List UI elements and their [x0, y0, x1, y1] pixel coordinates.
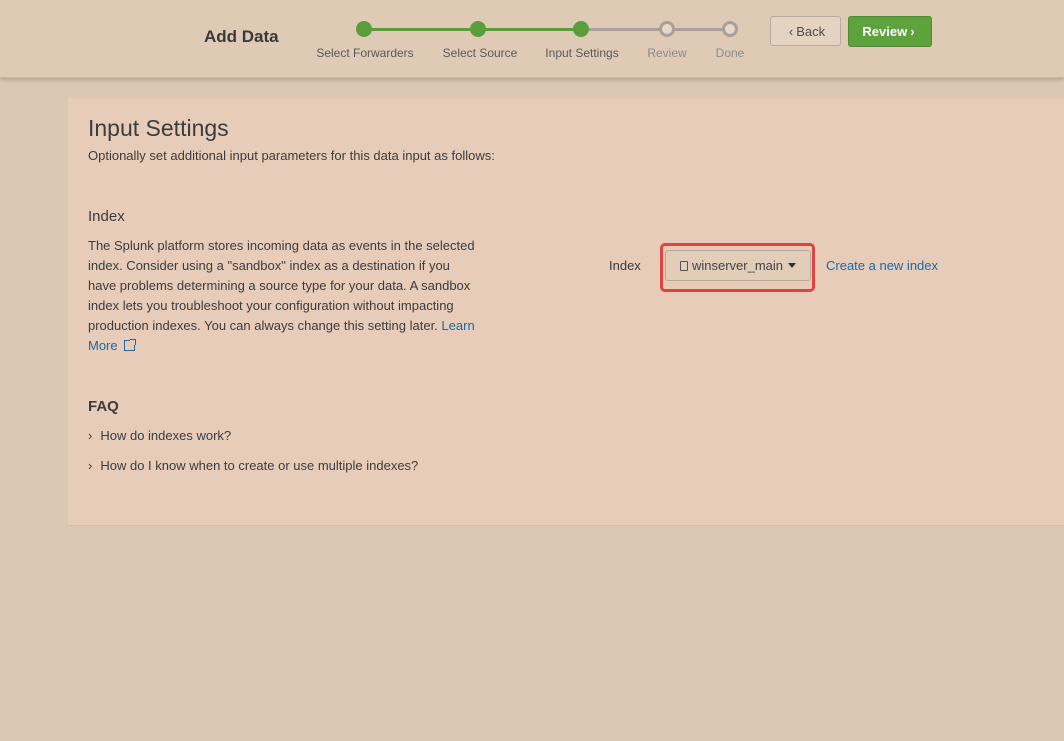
step-connector: [478, 28, 581, 31]
step-dot-done: [722, 21, 738, 37]
step-dot-review: [659, 21, 675, 37]
top-bar: Add Data Select Forwarders Select Source…: [0, 0, 1064, 78]
index-description-text: The Splunk platform stores incoming data…: [88, 238, 475, 333]
chevron-right-icon: ›: [88, 428, 93, 443]
caret-down-icon: [788, 263, 797, 268]
faq-item-label: How do indexes work?: [100, 428, 232, 443]
back-button-label: Back: [796, 23, 826, 39]
input-settings-panel: Input Settings Optionally set additional…: [68, 98, 1064, 526]
index-select[interactable]: winserver_main: [665, 250, 811, 281]
wizard-steps: Select Forwarders Select Source Input Se…: [0, 0, 760, 77]
step-connector: [581, 28, 667, 31]
section-title: Input Settings: [88, 115, 229, 141]
chevron-left-icon: ‹: [788, 23, 794, 39]
create-new-index-link[interactable]: Create a new index: [826, 258, 938, 273]
database-icon: [679, 260, 688, 271]
review-button[interactable]: Review ›: [848, 16, 932, 47]
step-label-input-settings: Input Settings: [545, 46, 619, 60]
step-dot-select-forwarders: [356, 21, 372, 37]
section-subtitle: Optionally set additional input paramete…: [88, 148, 495, 163]
faq-heading: FAQ: [88, 398, 119, 415]
step-dot-input-settings: [573, 21, 589, 37]
index-description: The Splunk platform stores incoming data…: [88, 236, 480, 356]
back-button[interactable]: ‹ Back: [770, 16, 841, 46]
step-label-done: Done: [715, 46, 745, 60]
step-label-select-forwarders: Select Forwarders: [316, 46, 414, 60]
index-heading: Index: [88, 208, 125, 225]
index-select-value: winserver_main: [691, 258, 784, 273]
chevron-right-icon: ›: [910, 24, 915, 39]
step-connector: [667, 28, 730, 31]
faq-item[interactable]: › How do I know when to create or use mu…: [88, 458, 418, 473]
chevron-right-icon: ›: [88, 458, 93, 473]
faq-item[interactable]: › How do indexes work?: [88, 428, 231, 443]
faq-item-label: How do I know when to create or use mult…: [100, 458, 419, 473]
step-connector: [364, 28, 478, 31]
step-dot-select-source: [470, 21, 486, 37]
step-label-select-source: Select Source: [442, 46, 518, 60]
step-label-review: Review: [647, 46, 687, 60]
external-link-icon: [123, 339, 136, 351]
index-field-label: Index: [609, 258, 641, 273]
review-button-label: Review: [862, 24, 908, 39]
